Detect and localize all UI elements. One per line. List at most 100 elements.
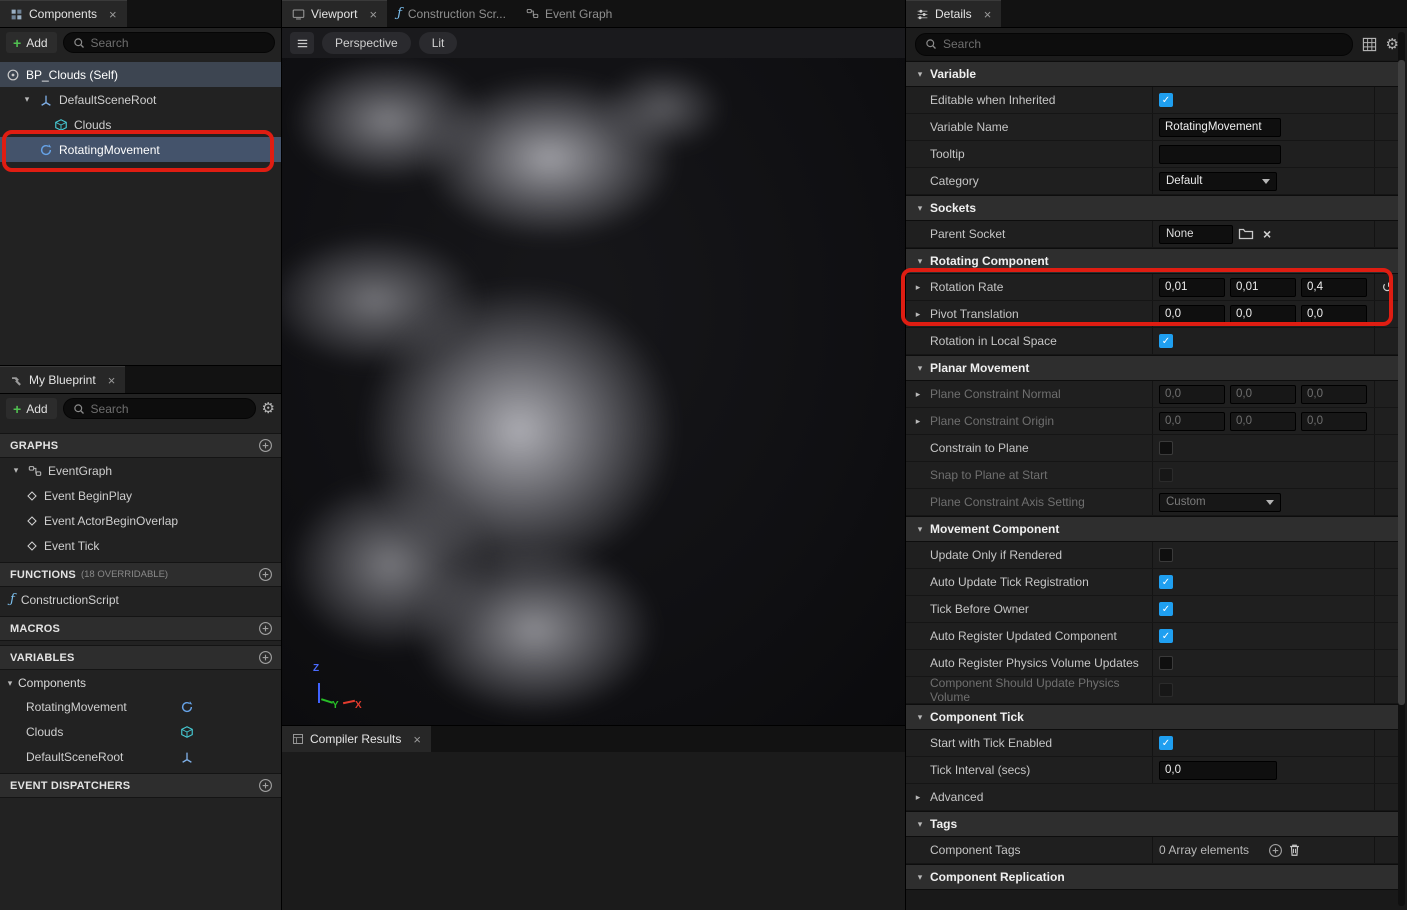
section-header-movement-component[interactable]: ▾Movement Component (906, 516, 1400, 542)
row-expander-icon[interactable]: ▸ (912, 416, 924, 427)
add-component-button[interactable]: + Add (6, 32, 57, 53)
expander-icon[interactable]: ▾ (4, 678, 16, 689)
checkbox-constrain-to-plane[interactable] (1159, 441, 1173, 455)
tree-item-clouds[interactable]: Clouds (0, 112, 281, 137)
section-header-variables[interactable]: VARIABLES (0, 645, 281, 670)
section-header-component-replication[interactable]: ▾Component Replication (906, 864, 1400, 890)
checkbox-start-with-tick-enabled[interactable]: ✓ (1159, 736, 1173, 750)
perspective-button[interactable]: Perspective (322, 32, 411, 54)
components-search[interactable] (63, 32, 275, 53)
section-expander-icon[interactable]: ▾ (914, 712, 926, 723)
my-blueprint-search-input[interactable] (91, 402, 246, 416)
my-blueprint-search[interactable] (63, 398, 256, 419)
close-icon[interactable]: × (109, 7, 117, 22)
details-scrollbar-thumb[interactable] (1398, 60, 1405, 705)
details-scrollbar[interactable] (1398, 32, 1405, 906)
section-expander-icon[interactable]: ▾ (914, 363, 926, 374)
list-item-constructionscript[interactable]: ƒConstructionScript (0, 587, 281, 612)
rotation-rate-x-input[interactable] (1159, 278, 1225, 297)
details-search-input[interactable] (943, 37, 1343, 51)
section-header-functions[interactable]: FUNCTIONS(18 OVERRIDABLE) (0, 562, 281, 587)
row-expander-icon[interactable]: ▸ (912, 309, 924, 320)
section-expander-icon[interactable]: ▾ (914, 203, 926, 214)
input-tick-interval-secs[interactable] (1159, 761, 1277, 780)
close-icon[interactable]: × (413, 732, 421, 747)
plane-constraint-origin-z-input[interactable] (1301, 412, 1367, 431)
viewport[interactable]: Perspective Lit Z Y X (282, 28, 905, 725)
tab-viewport[interactable]: Viewport × (282, 0, 387, 27)
lit-button[interactable]: Lit (419, 32, 458, 54)
section-header-tags[interactable]: ▾Tags (906, 811, 1400, 837)
section-header-rotating-component[interactable]: ▾Rotating Component (906, 248, 1400, 274)
display-options-grid-icon[interactable] (1362, 37, 1377, 52)
tab-details[interactable]: Details × (906, 0, 1001, 27)
checkbox-auto-update-tick-registration[interactable]: ✓ (1159, 575, 1173, 589)
viewport-menu-button[interactable] (290, 32, 314, 54)
folder-icon[interactable] (1238, 227, 1254, 241)
tab-my-blueprint[interactable]: My Blueprint × (0, 366, 125, 393)
dropdown-category[interactable]: Default (1159, 172, 1277, 191)
circle-plus-icon[interactable] (258, 438, 273, 453)
plane-constraint-origin-x-input[interactable] (1159, 412, 1225, 431)
pivot-translation-y-input[interactable] (1230, 305, 1296, 324)
details-search[interactable] (915, 33, 1353, 56)
pivot-translation-z-input[interactable] (1301, 305, 1367, 324)
circle-plus-icon[interactable] (258, 567, 273, 582)
rotation-rate-z-input[interactable] (1301, 278, 1367, 297)
section-header-component-tick[interactable]: ▾Component Tick (906, 704, 1400, 730)
tree-item-rotatingmovement[interactable]: RotatingMovement (0, 137, 281, 162)
checkbox-editable-when-inherited[interactable]: ✓ (1159, 93, 1173, 107)
list-item-event-actorbeginoverlap[interactable]: Event ActorBeginOverlap (0, 508, 281, 533)
add-new-button[interactable]: + Add (6, 398, 57, 419)
plane-constraint-origin-y-input[interactable] (1230, 412, 1296, 431)
trash-icon[interactable] (1288, 843, 1301, 857)
expander-icon[interactable]: ▾ (21, 94, 33, 105)
section-header-macros[interactable]: MACROS (0, 616, 281, 641)
category-components[interactable]: ▾Components (0, 672, 281, 694)
tab-components[interactable]: Components × (0, 0, 127, 27)
row-expander-icon[interactable]: ▸ (912, 792, 924, 803)
section-expander-icon[interactable]: ▾ (914, 524, 926, 535)
section-header-planar-movement[interactable]: ▾Planar Movement (906, 355, 1400, 381)
close-icon[interactable]: × (984, 7, 992, 22)
section-expander-icon[interactable]: ▾ (914, 819, 926, 830)
expander-icon[interactable]: ▾ (10, 465, 22, 476)
checkbox-component-should-update-physics-volume[interactable] (1159, 683, 1173, 697)
reset-to-default-icon[interactable]: ↺ (1382, 280, 1394, 294)
circle-plus-icon[interactable] (258, 650, 273, 665)
details-settings-gear-icon[interactable]: ⚙ (1386, 37, 1399, 52)
circle-plus-icon[interactable] (258, 621, 273, 636)
circle-plus-icon[interactable] (1268, 843, 1283, 858)
list-item-event-tick[interactable]: Event Tick (0, 533, 281, 558)
tree-item-defaultsceneroot[interactable]: ▾DefaultSceneRoot (0, 87, 281, 112)
checkbox-rotation-in-local-space[interactable]: ✓ (1159, 334, 1173, 348)
rotation-rate-y-input[interactable] (1230, 278, 1296, 297)
checkbox-tick-before-owner[interactable]: ✓ (1159, 602, 1173, 616)
section-header-sockets[interactable]: ▾Sockets (906, 195, 1400, 221)
tab-event-graph[interactable]: Event Graph (516, 0, 622, 27)
dropdown-plane-constraint-axis-setting[interactable]: Custom (1159, 493, 1281, 512)
section-expander-icon[interactable]: ▾ (914, 872, 926, 883)
components-search-input[interactable] (91, 36, 265, 50)
circle-plus-icon[interactable] (258, 778, 273, 793)
tree-item-bp-clouds-self[interactable]: BP_Clouds (Self) (0, 62, 281, 87)
section-header-variable[interactable]: ▾Variable (906, 61, 1400, 87)
row-expander-icon[interactable]: ▸ (912, 282, 924, 293)
list-item-eventgraph[interactable]: ▾EventGraph (0, 458, 281, 483)
plane-constraint-normal-x-input[interactable] (1159, 385, 1225, 404)
plane-constraint-normal-y-input[interactable] (1230, 385, 1296, 404)
tab-construction-script[interactable]: ƒ Construction Scr... (387, 0, 516, 27)
close-icon[interactable]: × (369, 7, 377, 22)
input-tooltip[interactable] (1159, 145, 1281, 164)
close-icon[interactable]: × (108, 373, 116, 388)
checkbox-auto-register-physics-volume-updates[interactable] (1159, 656, 1173, 670)
input-variable-name[interactable] (1159, 118, 1281, 137)
list-item-clouds[interactable]: Clouds (0, 719, 281, 744)
list-item-defaultsceneroot[interactable]: DefaultSceneRoot (0, 744, 281, 769)
section-header-graphs[interactable]: GRAPHS (0, 433, 281, 458)
clear-socket-icon[interactable]: × (1263, 226, 1271, 242)
section-header-event-dispatchers[interactable]: EVENT DISPATCHERS (0, 773, 281, 798)
checkbox-auto-register-updated-component[interactable]: ✓ (1159, 629, 1173, 643)
plane-constraint-normal-z-input[interactable] (1301, 385, 1367, 404)
row-expander-icon[interactable]: ▸ (912, 389, 924, 400)
